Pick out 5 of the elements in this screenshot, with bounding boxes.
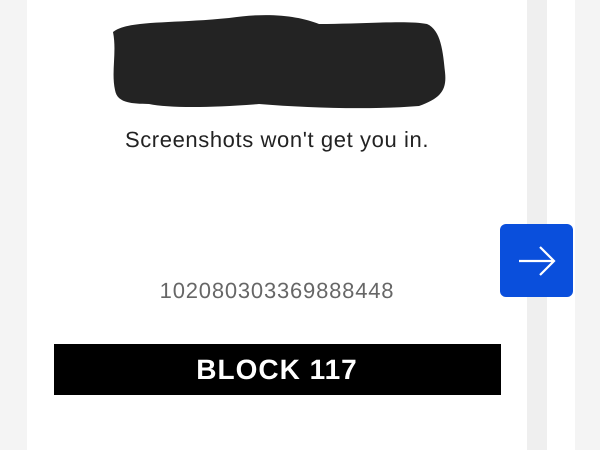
next-button[interactable] xyxy=(500,224,573,297)
section-banner: BLOCK 117 xyxy=(54,344,500,395)
notice-text: Screenshots won't get you in. xyxy=(124,127,430,153)
arrow-right-icon xyxy=(518,244,556,276)
barcode-number: 102080303369888448 xyxy=(160,278,394,304)
